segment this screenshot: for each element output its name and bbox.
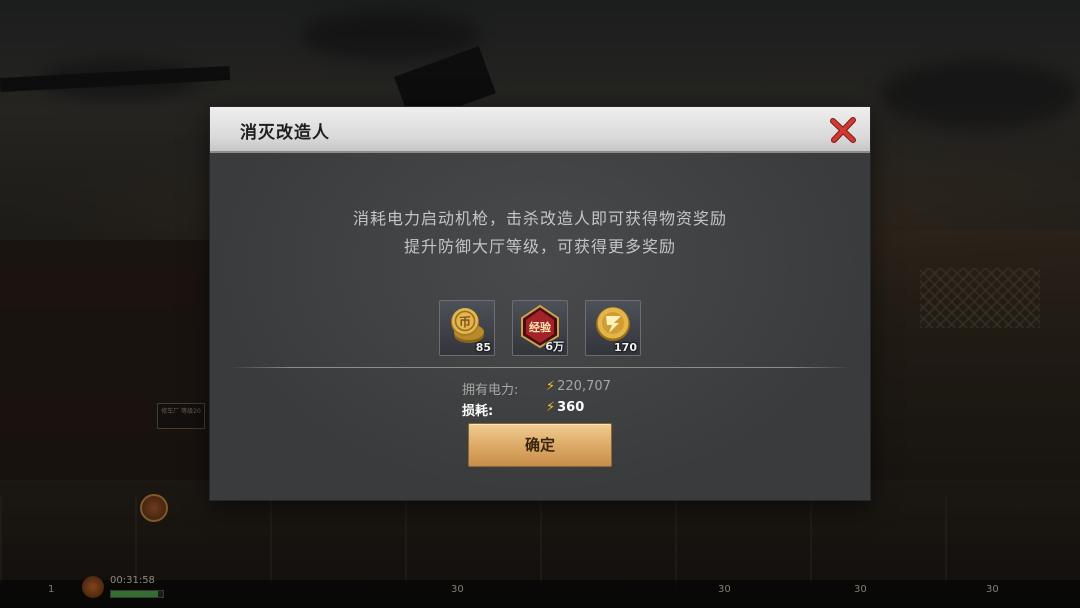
- power-owned-value-wrap: ⚡ 220,707: [546, 379, 611, 394]
- reward-experience[interactable]: 经验 6万: [512, 300, 568, 356]
- reward-count: 6万: [545, 340, 564, 353]
- experience-badge-label: 经验: [529, 320, 552, 334]
- power-owned-label: 拥有电力:: [462, 383, 519, 398]
- dialog-header: 消灭改造人: [210, 107, 870, 153]
- reward-gold-token[interactable]: 170: [585, 300, 641, 356]
- reward-list: 币 85 经验 6万 170: [439, 300, 641, 356]
- eliminate-cyborg-dialog: 消灭改造人 消耗电力启动机枪，击杀改造人即可获得物资奖励 提升防御大厅等级，可获…: [210, 107, 870, 500]
- reward-count: 85: [475, 341, 491, 354]
- close-x-icon: [830, 117, 856, 143]
- confirm-button[interactable]: 确定: [468, 423, 612, 467]
- lightning-icon: ⚡: [546, 400, 556, 415]
- description-line-2: 提升防御大厅等级，可获得更多奖励: [403, 237, 676, 256]
- reward-coin[interactable]: 币 85: [439, 300, 495, 356]
- description-line-1: 消耗电力启动机枪，击杀改造人即可获得物资奖励: [352, 209, 727, 228]
- power-owned-value: 220,707: [557, 379, 611, 394]
- reward-count: 170: [614, 341, 637, 354]
- close-button[interactable]: [828, 115, 858, 145]
- cost-label: 损耗:: [462, 404, 494, 419]
- lightning-icon: ⚡: [546, 379, 556, 394]
- divider: [229, 367, 851, 368]
- dialog-title: 消灭改造人: [240, 123, 330, 143]
- cost-value: 360: [557, 400, 585, 415]
- svg-text:币: 币: [459, 315, 471, 329]
- cost-value-wrap: ⚡ 360: [546, 400, 584, 415]
